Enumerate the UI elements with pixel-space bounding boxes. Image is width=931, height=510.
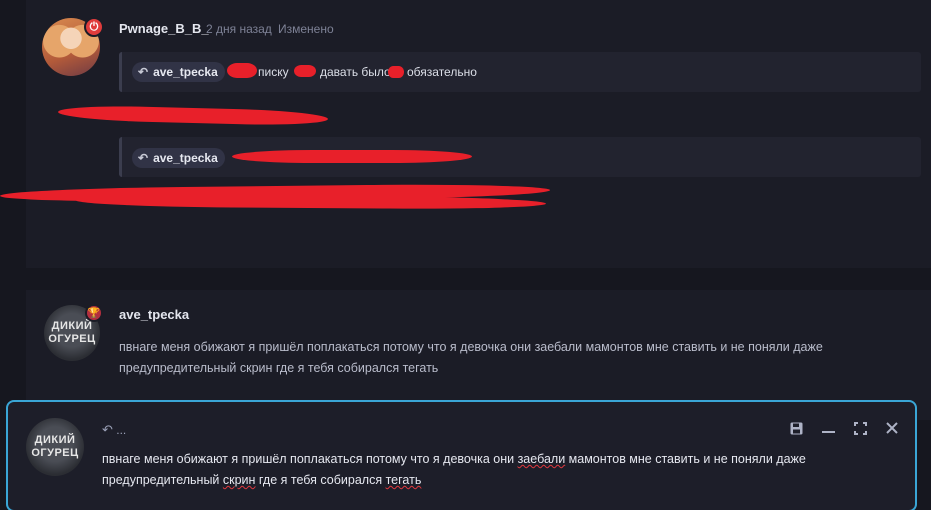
quote-text: давать было <box>320 65 391 79</box>
reply-arrow-icon: ↶ <box>138 65 149 79</box>
power-icon: ⏻ <box>84 17 104 37</box>
quote-text: писку <box>258 65 289 79</box>
reply-indicator[interactable]: ↶ ... <box>102 422 126 438</box>
avatar-text: ДИКИЙ <box>51 320 93 332</box>
save-icon[interactable] <box>788 422 804 438</box>
timestamp[interactable]: 2 дня назад <box>206 22 272 36</box>
comment-line: пвнаге меня обижают я пришёл поплакаться… <box>119 340 823 354</box>
minimize-icon[interactable] <box>820 422 836 438</box>
quote-block: ↶ ave_tpecka писку давать было обязатель… <box>119 52 921 92</box>
redaction-mark <box>227 63 257 78</box>
quote-text: обязательно <box>407 65 477 79</box>
mention-tag[interactable]: ↶ ave_tpecka <box>132 148 225 168</box>
avatar-text: ДИКИЙ <box>34 434 76 446</box>
close-icon[interactable] <box>884 422 900 437</box>
avatar-text: ОГУРЕЦ <box>31 447 79 459</box>
mention-name: ave_tpecka <box>153 65 218 79</box>
spellcheck-word: скрин <box>222 473 256 487</box>
editor-line: предупредительный скрин где я тебя собир… <box>102 470 842 491</box>
reply-arrow-icon: ↶ <box>138 151 149 165</box>
reply-label: ... <box>116 423 127 437</box>
avatar: ДИКИЙ ОГУРЕЦ <box>26 418 84 476</box>
edited-label: Изменено <box>278 22 334 36</box>
expand-icon[interactable] <box>852 422 868 438</box>
quote-block: ↶ ave_tpecka <box>119 137 921 177</box>
editor-line: пвнаге меня обижают я пришёл поплакаться… <box>102 449 842 470</box>
username[interactable]: Pwnage_B_B_ <box>119 21 209 36</box>
redaction-mark <box>232 150 472 163</box>
comment-card: ⏻ Pwnage_B_B_ 2 дня назад Изменено ↶ ave… <box>0 0 931 268</box>
avatar-text: ОГУРЕЦ <box>48 333 96 345</box>
comment-line: предупредительный скрин где я тебя собир… <box>119 361 439 375</box>
mention-name: ave_tpecka <box>153 151 218 165</box>
editor-text-input[interactable]: пвнаге меня обижают я пришёл поплакаться… <box>102 449 842 491</box>
editor-text: мамонтов мне ставить и не поняли даже <box>565 452 806 466</box>
spellcheck-word: тегать <box>385 473 422 487</box>
reply-arrow-icon: ↶ <box>102 422 113 437</box>
redaction-mark <box>294 65 316 77</box>
editor-text: где я тебя собирался <box>255 473 386 487</box>
spellcheck-word: заебали <box>517 452 566 466</box>
comment-text: пвнаге меня обижают я пришёл поплакаться… <box>119 337 823 379</box>
mention-tag[interactable]: ↶ ave_tpecka <box>132 62 225 82</box>
editor-text: пвнаге меня обижают я пришёл поплакаться… <box>102 452 518 466</box>
redaction-mark <box>388 66 404 78</box>
redaction-mark <box>57 104 329 127</box>
reply-editor[interactable]: ДИКИЙ ОГУРЕЦ ↶ ... пвнаге меня обижают я… <box>6 400 917 510</box>
editor-text: предупредительный <box>102 473 223 487</box>
redaction-mark <box>75 194 547 210</box>
trophy-icon: 🏆 <box>85 304 103 322</box>
username[interactable]: ave_tpecka <box>119 307 189 322</box>
